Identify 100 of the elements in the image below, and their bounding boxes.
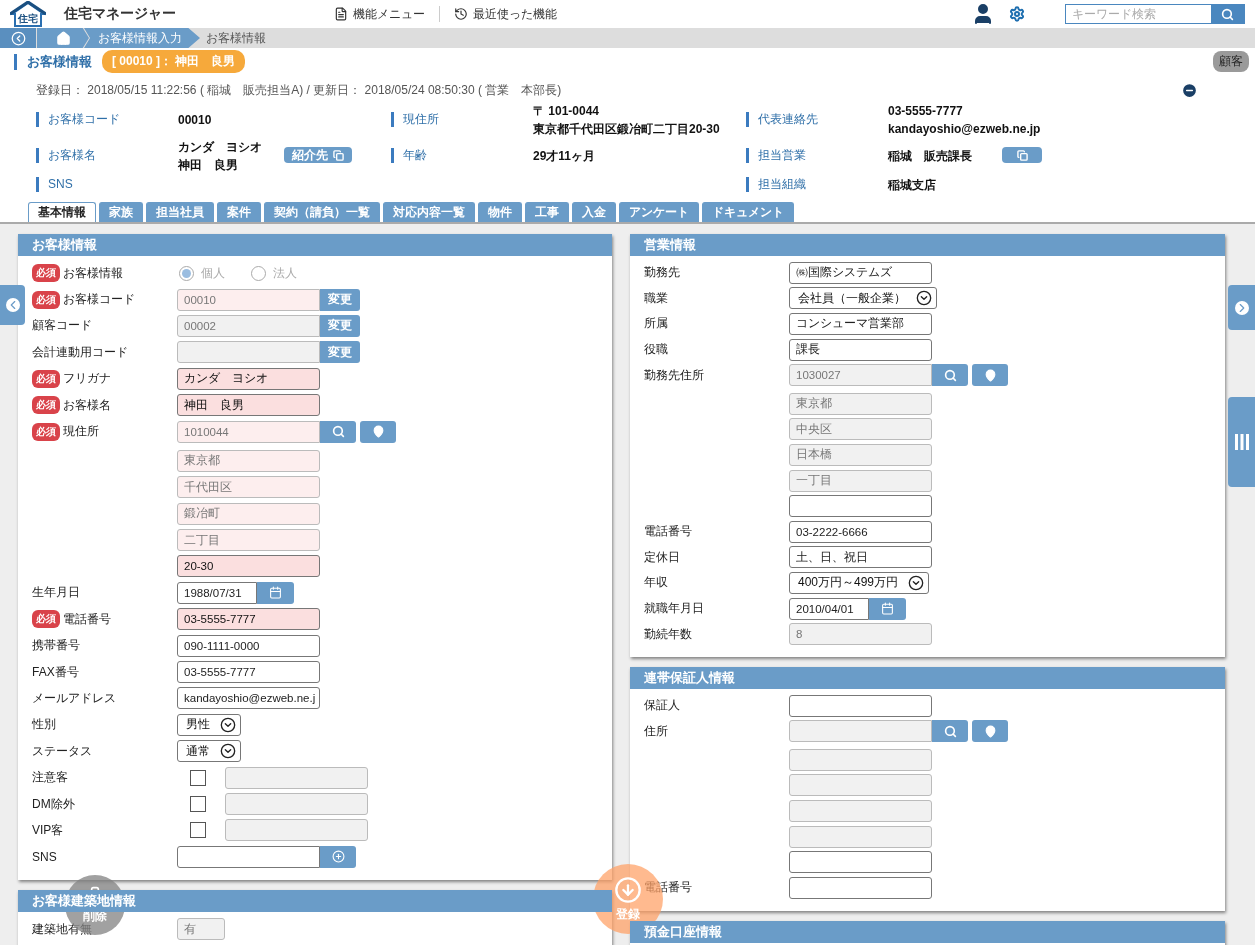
input-field[interactable]: 090-1111-0000	[177, 634, 320, 657]
settings-icon[interactable]	[1009, 6, 1025, 22]
input-field[interactable]: 1010044	[177, 420, 320, 443]
checkbox[interactable]	[190, 796, 206, 812]
input-field[interactable]: 神田 良男	[177, 394, 320, 417]
input-field[interactable]	[177, 341, 320, 364]
input-field[interactable]: 東京都	[789, 392, 932, 415]
select-field[interactable]: 男性	[177, 713, 241, 736]
select-field[interactable]: 400万円～499万円	[789, 571, 930, 594]
search-button[interactable]	[932, 364, 968, 387]
tab[interactable]: 契約（請負）一覧	[264, 202, 380, 222]
calendar-button[interactable]	[869, 597, 906, 620]
calendar-button[interactable]	[257, 581, 294, 604]
menu-button[interactable]: 最近使った機能	[446, 5, 565, 23]
referral-button[interactable]: 紹介先	[284, 147, 352, 163]
input-field[interactable]: 土、日、祝日	[789, 546, 932, 569]
input-field[interactable]: 03-2222-6666	[789, 520, 932, 543]
search-button[interactable]	[1211, 5, 1244, 23]
home-button[interactable]	[37, 28, 89, 48]
input-field[interactable]: 二丁目	[177, 529, 320, 552]
tab[interactable]: アンケート	[619, 202, 699, 222]
field-label: 性別	[32, 716, 56, 734]
tab[interactable]: 担当社員	[146, 202, 214, 222]
select-field[interactable]: 通常	[177, 740, 241, 763]
input-field[interactable]	[225, 793, 368, 815]
input-field[interactable]: 東京都	[177, 449, 320, 472]
input-field[interactable]	[789, 851, 932, 874]
input-field[interactable]: 千代田区	[177, 476, 320, 499]
copy-button[interactable]	[1002, 147, 1042, 163]
input-field[interactable]	[789, 774, 932, 797]
input-field[interactable]: 2010/04/01	[789, 597, 869, 620]
info-value: カンダ ヨシオ	[178, 140, 262, 154]
input-field[interactable]	[789, 694, 932, 717]
input-field[interactable]: 03-5555-7777	[177, 661, 320, 684]
field-label: 職業	[644, 289, 668, 307]
required-badge: 必須	[32, 396, 60, 415]
input-field[interactable]: 00002	[177, 314, 320, 337]
field-label: VIP客	[32, 821, 64, 839]
checkbox[interactable]	[190, 769, 206, 786]
input-field[interactable]	[789, 495, 932, 518]
tab[interactable]: 案件	[217, 202, 261, 222]
checkbox[interactable]	[190, 822, 206, 839]
tab[interactable]: 物件	[478, 202, 522, 222]
map-pin-button[interactable]	[972, 720, 1008, 743]
breadcrumb-link[interactable]: お客様情報入力	[84, 28, 200, 48]
search-icon	[331, 425, 345, 439]
input-field[interactable]: 1030027	[789, 364, 932, 387]
expand-right-tab[interactable]	[1228, 285, 1255, 330]
input-field[interactable]: 20-30	[177, 555, 320, 578]
map-pin-button[interactable]	[360, 420, 396, 443]
field-label: 勤続年数	[644, 625, 692, 643]
input-field[interactable]: カンダ ヨシオ	[177, 367, 320, 390]
change-button[interactable]: 変更	[320, 314, 360, 337]
map-pin-button[interactable]	[972, 364, 1008, 387]
input-field[interactable]: 1988/07/31	[177, 581, 257, 604]
input-field[interactable]: 03-5555-7777	[177, 608, 320, 631]
input-field[interactable]: 課長	[789, 338, 932, 361]
input-field[interactable]	[789, 800, 932, 823]
info-value: 〒 101-0044	[533, 104, 600, 118]
input-field[interactable]: kandayoshio@ezweb.ne.j	[177, 687, 320, 710]
collapse-left-tab[interactable]	[0, 285, 25, 325]
input-field[interactable]	[789, 876, 932, 899]
input-field[interactable]	[789, 825, 932, 848]
info-label: 代表連絡先	[746, 111, 888, 127]
input-field[interactable]: ㈱国際システムズ	[789, 261, 932, 284]
input-field[interactable]: 有	[177, 918, 225, 941]
input-field[interactable]	[789, 748, 932, 771]
document-icon	[334, 7, 348, 21]
info-label: お客様名	[36, 147, 178, 163]
search-field[interactable]: キーワード検索	[1065, 4, 1245, 24]
back-button[interactable]	[0, 28, 36, 48]
tab[interactable]: 対応内容一覧	[383, 202, 475, 222]
select-field[interactable]: 会社員（一般企業）	[789, 287, 937, 310]
record-meta: 登録日： 2018/05/15 11:22:56 ( 稲城 販売担当A) / 更新日： 2018/05/24 08:50:30 ( 営業 本部長)	[36, 82, 562, 99]
input-field[interactable]: コンシューマ営業部	[789, 313, 932, 335]
input-field[interactable]	[789, 720, 932, 743]
menu-button[interactable]: 機能メニュー	[326, 5, 433, 23]
collapse-icon[interactable]	[1181, 82, 1198, 99]
input-field[interactable]	[177, 845, 320, 868]
input-field[interactable]: 日本橋	[789, 443, 932, 466]
tab[interactable]: 基本情報	[28, 202, 96, 222]
field-label: お客様名	[63, 396, 111, 414]
input-field[interactable]: 中央区	[789, 418, 932, 441]
search-button[interactable]	[932, 720, 968, 743]
change-button[interactable]: 変更	[320, 288, 360, 311]
current-page-label[interactable]: お客様情報	[200, 28, 272, 48]
add-button[interactable]	[320, 845, 356, 868]
column-panel-tab[interactable]	[1228, 397, 1255, 487]
tab[interactable]: 工事	[525, 202, 569, 222]
input-field[interactable]: 鍛冶町	[177, 502, 320, 525]
input-field[interactable]: 一丁目	[789, 469, 932, 492]
tab[interactable]: 入金	[572, 202, 616, 222]
input-field[interactable]: 8	[789, 623, 932, 646]
search-button[interactable]	[320, 420, 356, 443]
input-field[interactable]	[225, 766, 368, 789]
tab[interactable]: ドキュメント	[702, 202, 794, 222]
input-field[interactable]: 00010	[177, 288, 320, 311]
input-field[interactable]	[225, 819, 368, 842]
change-button[interactable]: 変更	[320, 341, 360, 364]
tab[interactable]: 家族	[99, 202, 143, 222]
